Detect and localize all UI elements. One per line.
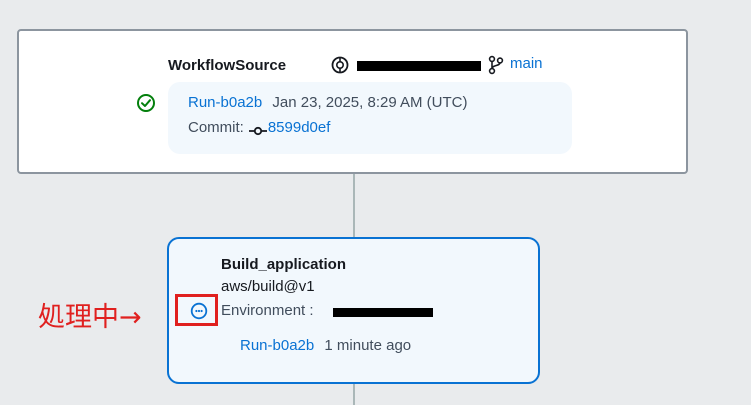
- environment-label: Environment :: [221, 302, 314, 319]
- annotation-highlight-box: [175, 294, 218, 326]
- source-run-link[interactable]: Run-b0a2b: [188, 94, 262, 111]
- workflow-connector-bottom: [353, 384, 355, 405]
- build-action-card[interactable]: Build_application aws/build@v1 Environme…: [167, 237, 540, 384]
- action-title: Build_application: [221, 256, 347, 273]
- source-title: WorkflowSource: [168, 57, 287, 74]
- commit-line: Commit: 8599d0ef: [188, 119, 330, 136]
- git-branch-icon: [487, 55, 505, 75]
- action-run-link[interactable]: Run-b0a2b: [240, 337, 314, 354]
- workflow-connector-top: [353, 174, 355, 237]
- environment-line: Environment :: [221, 302, 314, 319]
- source-run-summary: Run-b0a2b Jan 23, 2025, 8:29 AM (UTC) Co…: [168, 82, 572, 154]
- action-run-time: 1 minute ago: [324, 337, 412, 354]
- repository-name-redacted: [357, 61, 481, 71]
- commit-label: Commit:: [188, 119, 244, 136]
- git-commit-icon: [248, 123, 267, 135]
- repo-icon: [330, 55, 350, 75]
- workflow-source-card: WorkflowSource main Run-b0a2b Jan 23, 20…: [17, 29, 688, 174]
- branch-link[interactable]: main: [510, 55, 543, 72]
- source-run-time: Jan 23, 2025, 8:29 AM (UTC): [272, 94, 468, 111]
- annotation-label: 処理中→: [38, 302, 142, 333]
- commit-hash-link[interactable]: 8599d0ef: [268, 119, 331, 136]
- success-check-icon: [136, 93, 156, 113]
- action-identifier: aws/build@v1: [221, 278, 315, 295]
- action-run-line: Run-b0a2b 1 minute ago: [240, 337, 411, 354]
- source-run-line: Run-b0a2b Jan 23, 2025, 8:29 AM (UTC): [188, 94, 468, 111]
- environment-name-redacted: [333, 308, 433, 317]
